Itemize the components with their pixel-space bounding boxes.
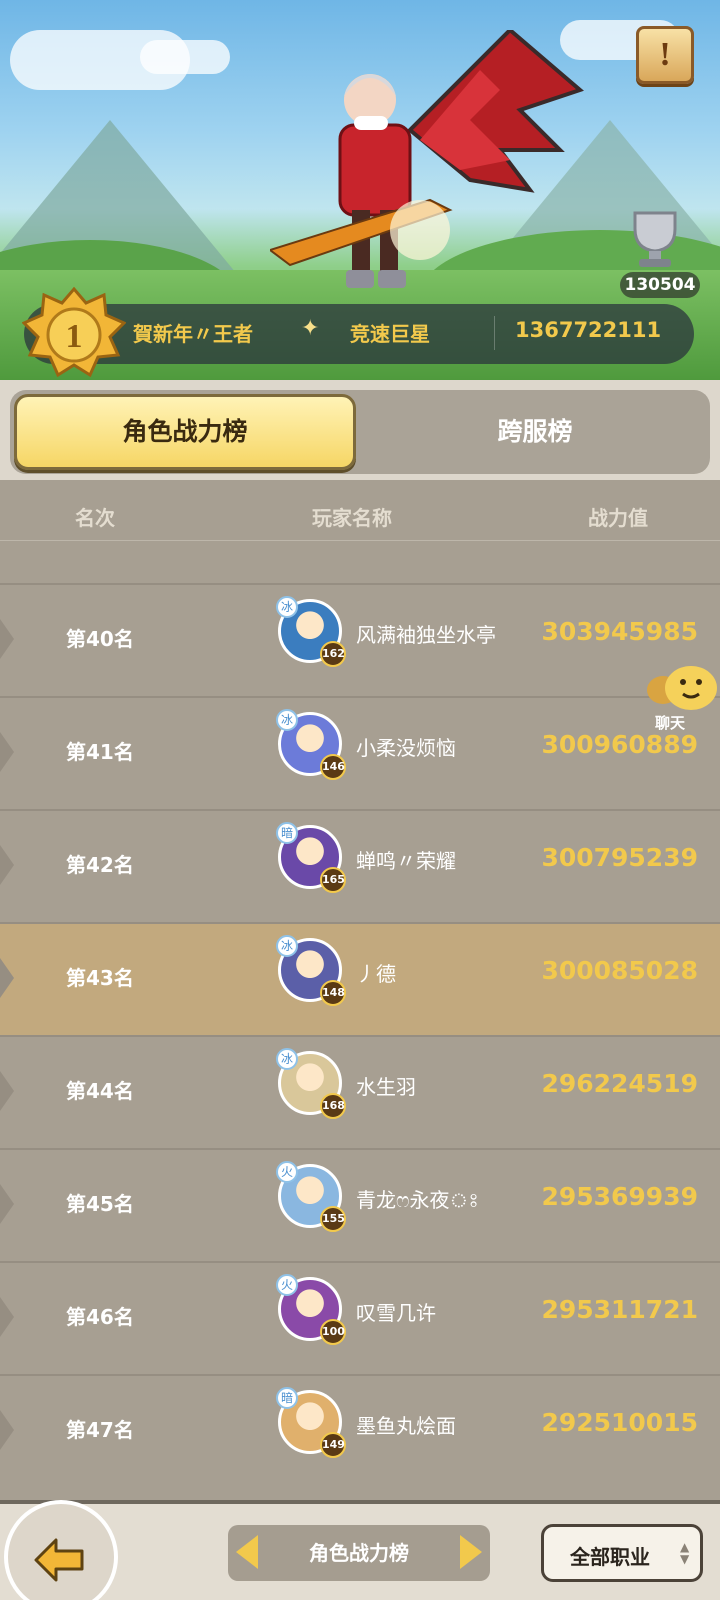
- table-row[interactable]: 第41名冰 146 小柔没烦恼 300960889: [0, 696, 720, 809]
- trophy-count: 130504: [620, 272, 700, 298]
- top-player-title: 竞速巨星: [350, 322, 430, 346]
- power-value: 292510015: [541, 1408, 698, 1437]
- list-selector[interactable]: 角色战力榜: [228, 1525, 490, 1581]
- exclamation-icon: !: [659, 36, 671, 73]
- back-arrow-icon: [34, 1538, 84, 1582]
- side-decoration: [0, 1297, 14, 1337]
- character-model[interactable]: [270, 30, 600, 310]
- side-decoration: [0, 845, 14, 885]
- side-decoration: [0, 619, 14, 659]
- power-value: 295311721: [541, 1295, 698, 1324]
- level-badge: 165: [320, 867, 346, 893]
- table-row[interactable]: 第47名 暗 149 墨鱼丸烩面 292510015: [0, 1374, 720, 1487]
- table-row[interactable]: 第46名 火 100 叹雪几许 295311721: [0, 1261, 720, 1374]
- divider: [494, 316, 495, 350]
- row-rank: 第42名: [66, 853, 134, 877]
- element-icon: 暗: [276, 1387, 298, 1409]
- element-icon: 暗: [276, 822, 298, 844]
- player-name: 叹雪几许: [356, 1301, 436, 1325]
- table-row[interactable]: 第42名 暗 165 蝉鸣〃荣耀 300795239: [0, 809, 720, 922]
- element-icon: 冰: [276, 596, 298, 618]
- notice-scroll-button[interactable]: !: [636, 26, 694, 84]
- row-rank: 第45名: [66, 1192, 134, 1216]
- row-rank: 第43名: [66, 966, 134, 990]
- element-icon: 火: [276, 1161, 298, 1183]
- power-value: 300085028: [541, 956, 698, 985]
- tab-character-power[interactable]: 角色战力榜: [14, 394, 356, 470]
- rank-number: 1: [66, 318, 83, 355]
- next-arrow-icon[interactable]: [460, 1535, 482, 1569]
- power-value: 296224519: [541, 1069, 698, 1098]
- chat-label: 聊天: [655, 714, 686, 732]
- selector-label: 角色战力榜: [309, 1541, 409, 1565]
- level-badge: 162: [320, 641, 346, 667]
- list-top-band: [0, 540, 720, 580]
- tab-cross-server[interactable]: 跨服榜: [362, 394, 708, 470]
- table-row[interactable]: 第40名 冰 162 风满袖独坐水亭 303945985: [0, 583, 720, 696]
- class-filter-dropdown[interactable]: 全部职业 ▲ ▼: [541, 1524, 703, 1582]
- side-decoration: [0, 958, 14, 998]
- element-icon: 冰: [276, 1048, 298, 1070]
- level-badge: 149: [320, 1432, 346, 1458]
- table-row[interactable]: 第44名 冰 168 水生羽 296224519: [0, 1035, 720, 1148]
- column-header-name: 玩家名称: [312, 506, 392, 530]
- tab-label: 角色战力榜: [122, 417, 248, 446]
- sort-arrows-icon: ▲ ▼: [680, 1540, 690, 1566]
- level-badge: 148: [320, 980, 346, 1006]
- row-rank: 第44名: [66, 1079, 134, 1103]
- element-icon: 冰: [276, 935, 298, 957]
- class-filter-label: 全部职业: [570, 1545, 650, 1569]
- row-rank: 第41名: [66, 740, 134, 764]
- level-badge: 168: [320, 1093, 346, 1119]
- level-badge: 100: [320, 1319, 346, 1345]
- element-icon: 冰: [276, 709, 298, 731]
- row-rank: 第40名: [66, 627, 134, 651]
- power-value: 300795239: [541, 843, 698, 872]
- column-header-rank: 名次: [75, 506, 115, 530]
- side-decoration: [0, 1410, 14, 1450]
- sparkle-icon: ✦: [301, 316, 320, 341]
- player-name: 墨鱼丸烩面: [356, 1414, 456, 1438]
- side-decoration: [0, 1071, 14, 1111]
- table-row[interactable]: 第45名 火 155 青龙ෆ永夜ঃ 295369939: [0, 1148, 720, 1261]
- row-rank: 第47名: [66, 1418, 134, 1442]
- top-player-name: 賀新年〃王者: [133, 322, 253, 346]
- top-player-power: 1367722111: [515, 318, 662, 342]
- table-row[interactable]: 第43名 冰 148 丿德 300085028: [0, 922, 720, 1035]
- player-name: 丿德: [356, 962, 396, 986]
- player-name: 青龙ෆ永夜ঃ: [356, 1188, 479, 1212]
- trophy-icon[interactable]: [623, 205, 687, 269]
- side-decoration: [0, 732, 14, 772]
- rank-1-medal-icon: 1: [22, 286, 126, 378]
- level-badge: 146: [320, 754, 346, 780]
- element-icon: 火: [276, 1274, 298, 1296]
- power-value: 295369939: [541, 1182, 698, 1211]
- player-name: 风满袖独坐水亭: [356, 623, 496, 647]
- row-rank: 第46名: [66, 1305, 134, 1329]
- level-badge: 155: [320, 1206, 346, 1232]
- column-header-power: 战力值: [588, 506, 648, 530]
- player-name: 小柔没烦恼: [356, 736, 456, 760]
- cloud: [140, 40, 230, 74]
- side-decoration: [0, 1184, 14, 1224]
- player-name: 水生羽: [356, 1075, 416, 1099]
- player-name: 蝉鸣〃荣耀: [356, 849, 456, 873]
- power-value: 303945985: [541, 617, 698, 646]
- prev-arrow-icon[interactable]: [236, 1535, 258, 1569]
- tab-label: 跨服榜: [497, 417, 573, 446]
